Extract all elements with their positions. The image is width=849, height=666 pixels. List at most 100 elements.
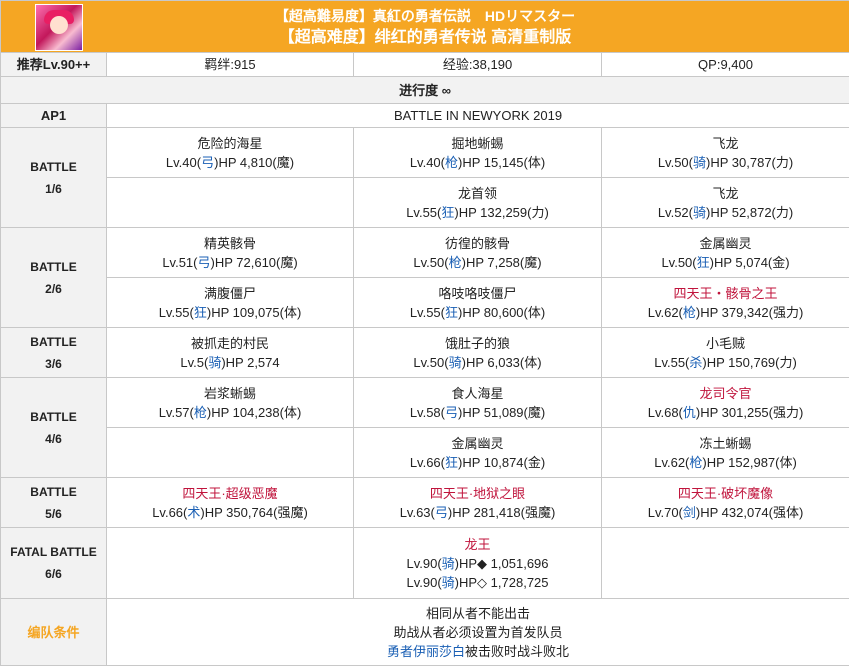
brave-link[interactable]: 勇者 [387,644,413,659]
class-link[interactable]: 狂 [697,255,710,270]
ap-cost: AP1 [0,103,107,128]
enemy-cell: 飞龙 Lv.50(骑)HP 30,787(力) [600,127,849,178]
class-link[interactable]: 弓 [201,155,214,170]
enemy-name[interactable]: 龙司令官 [602,384,849,403]
enemy-stats: Lv.57(枪)HP 104,238(体) [158,404,302,420]
enemy-name[interactable]: 四天王・骸骨之王 [602,284,849,303]
enemy-stats: Lv.55(狂)HP 109,075(体) [158,304,302,320]
enemy-cell: 岩浆蜥蜴 Lv.57(枪)HP 104,238(体) [106,377,354,428]
battle-index: 2/6 [45,281,62,296]
enemy-stats: Lv.50(骑)HP 6,033(体) [413,354,542,370]
class-link[interactable]: 弓 [445,405,458,420]
enemy-stats: Lv.63(弓)HP 281,418(强魔) [399,504,556,520]
empty-cell [600,527,849,599]
battle-row: BATTLE 5/6 四天王·超级恶魔 Lv.66(术)HP 350,764(强魔) 四… [0,477,849,528]
fatal-enemy: 龙王 Lv.90(骑)HP◆ 1,051,696 Lv.90(骑)HP◇ 1,7… [353,527,602,599]
enemy-cell: 四天王·破坏魔像 Lv.70(剑)HP 432,074(强体) [600,477,849,528]
quest-character-portrait-icon[interactable] [35,4,83,51]
enemy-stats: Lv.50(骑)HP 30,787(力) [657,154,794,170]
battle-title: BATTLE [30,159,77,174]
enemy-name: 食人海星 [451,385,504,401]
enemy-name: 饿肚子的狼 [444,335,510,351]
enemy-stats: Lv.90(骑)HP◆ 1,051,696 [406,555,549,571]
enemy-cell: 咯吱咯吱僵尸 Lv.55(狂)HP 80,600(体) [353,277,602,328]
class-link[interactable]: 枪 [194,405,207,420]
battle-row: BATTLE 3/6 被抓走的村民 Lv.5(骑)HP 2,574 饿肚子的狼 Lv.50… [0,327,849,378]
class-link[interactable]: 骑 [693,205,706,220]
enemy-name: 精英骸骨 [203,235,256,251]
enemy-cell: 冻土蜥蜴 Lv.62(枪)HP 152,987(体) [600,427,849,478]
enemy-stats: Lv.52(骑)HP 52,872(力) [657,204,794,220]
enemy-cell: 龙首领 Lv.55(狂)HP 132,259(力) [353,177,602,228]
enemy-cell: 四天王·超级恶魔 Lv.66(术)HP 350,764(强魔) [106,477,354,528]
enemy-stats: Lv.62(枪)HP 152,987(体) [654,454,797,470]
class-link[interactable]: 枪 [449,255,462,270]
class-link[interactable]: 骑 [449,355,462,370]
enemy-stats: Lv.55(狂)HP 80,600(体) [409,304,546,320]
enemy-name: 小毛贼 [706,335,746,351]
battle-index: 5/6 [45,506,62,521]
class-link[interactable]: 枪 [683,305,696,320]
battle-title: BATTLE [30,259,77,274]
battle-label: BATTLE 2/6 [0,227,107,328]
enemy-cell: 食人海星 Lv.58(弓)HP 51,089(魔) [353,377,602,428]
enemy-stats: Lv.5(骑)HP 2,574 [180,354,280,370]
enemy-stats: Lv.68(仇)HP 301,255(强力) [647,404,804,420]
enemy-cell: 四天王·地狱之眼 Lv.63(弓)HP 281,418(强魔) [353,477,602,528]
class-link[interactable]: 骑 [442,575,455,590]
enemy-name[interactable]: 四天王·破坏魔像 [602,484,849,503]
class-link[interactable]: 弓 [435,505,448,520]
class-link[interactable]: 枪 [445,155,458,170]
progress-row: 进行度 ∞ [0,76,849,104]
enemy-name: 龙首领 [457,185,497,201]
class-link[interactable]: 狂 [445,455,458,470]
class-link[interactable]: 狂 [445,305,458,320]
quest-header: 【超高難易度】真紅の勇者伝説 HDリマスター 【超高难度】绯红的勇者传说 高清重… [0,0,849,53]
battle-label: BATTLE 1/6 [0,127,107,228]
enemy-name: 满腹僵尸 [203,285,256,301]
battle-row: BATTLE 4/6 岩浆蜥蜴 Lv.57(枪)HP 104,238(体) 食人海星 Lv… [0,377,849,478]
class-link[interactable]: 骑 [693,155,706,170]
class-link[interactable]: 枪 [689,455,702,470]
battle-location: BATTLE IN NEWYORK 2019 [105,103,849,128]
class-link[interactable]: 狂 [194,305,207,320]
exp-value: 经验:38,190 [353,52,602,77]
empty-cell [106,177,354,228]
enemy-name[interactable]: 龙王 [354,535,601,554]
class-link[interactable]: 术 [187,505,200,520]
quest-table: 【超高難易度】真紅の勇者伝説 HDリマスター 【超高难度】绯红的勇者传说 高清重… [0,0,849,666]
enemy-name[interactable]: 四天王·地狱之眼 [354,484,601,503]
battle-index: 3/6 [45,356,62,371]
battle-row: 金属幽灵 Lv.66(狂)HP 10,874(金) 冻土蜥蜴 Lv.62(枪)HP 1… [1,427,849,478]
class-link[interactable]: 剑 [683,505,696,520]
battle-list: BATTLE 1/6 危险的海星 Lv.40(弓)HP 4,810(魔) 掘地蜥蜴 Lv.… [0,127,849,528]
enemy-cell: 四天王・骸骨之王 Lv.62(枪)HP 379,342(强力) [600,277,849,328]
class-link[interactable]: 仇 [683,405,696,420]
formation-conditions-label: 编队条件 [0,598,107,666]
enemy-cell: 龙司令官 Lv.68(仇)HP 301,255(强力) [600,377,849,428]
enemy-name: 飞龙 [712,135,739,151]
enemy-stats: Lv.66(术)HP 350,764(强魔) [152,504,308,520]
enemy-cell: 飞龙 Lv.52(骑)HP 52,872(力) [600,177,849,228]
enemy-stats: Lv.50(狂)HP 5,074(金) [661,254,790,270]
enemy-stats: Lv.40(弓)HP 4,810(魔) [165,154,295,170]
recommend-level: 推荐Lv.90++ [0,52,107,77]
class-link[interactable]: 杀 [689,355,702,370]
class-link[interactable]: 弓 [197,255,210,270]
class-link[interactable]: 狂 [441,205,454,220]
condition-line: 勇者伊丽莎白被击败时战斗败北 [387,643,570,659]
enemy-name: 飞龙 [712,185,739,201]
class-link[interactable]: 骑 [208,355,221,370]
battle-label: BATTLE 5/6 [0,477,107,528]
enemy-cell: 满腹僵尸 Lv.55(狂)HP 109,075(体) [106,277,354,328]
enemy-cell: 掘地蜥蜴 Lv.40(枪)HP 15,145(体) [353,127,602,178]
bond-value: 羁绊:915 [106,52,354,77]
enemy-stats: Lv.55(杀)HP 150,769(力) [654,354,797,370]
enemy-name[interactable]: 四天王·超级恶魔 [107,484,353,503]
enemy-name: 金属幽灵 [451,435,504,451]
condition-line: 助战从者必须设置为首发队员 [393,624,563,640]
enemy-name: 被抓走的村民 [190,335,269,351]
empty-cell [106,427,354,478]
class-link[interactable]: 骑 [442,556,455,571]
elizabeth-link[interactable]: 伊丽莎白 [413,644,465,659]
